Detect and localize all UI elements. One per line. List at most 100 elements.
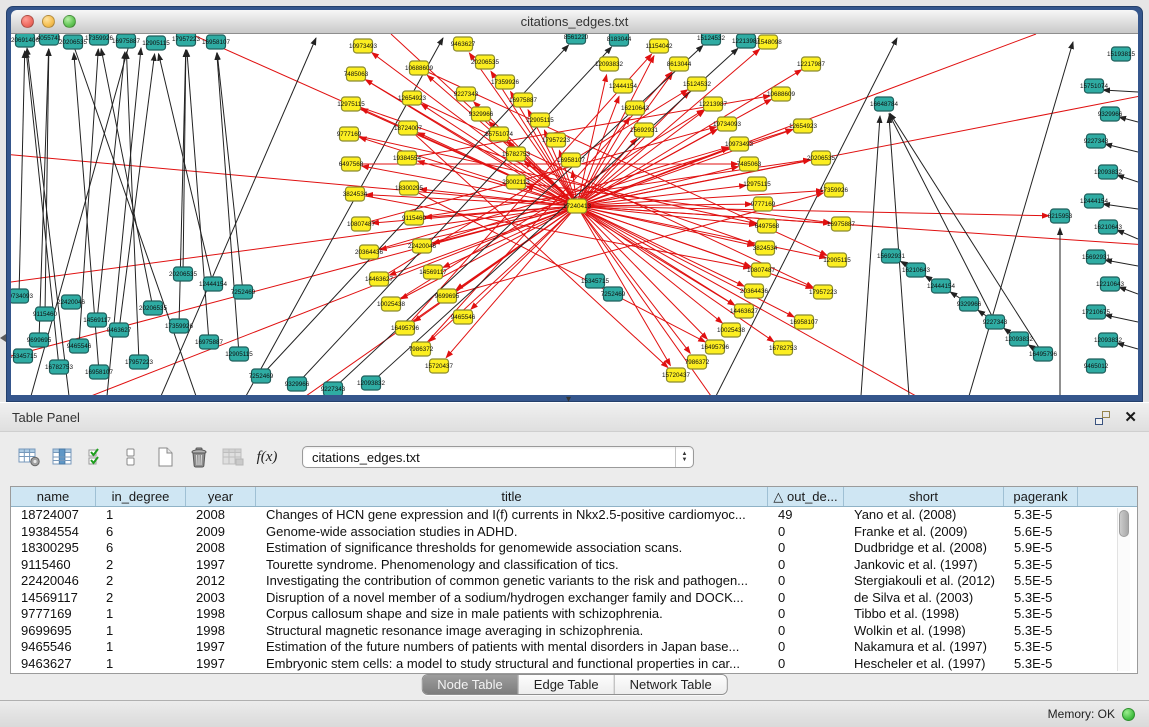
delete-table-button[interactable] xyxy=(220,444,246,470)
graph-node-label: 12654923 xyxy=(398,95,427,102)
table-cell: 2008 xyxy=(186,540,256,557)
column-header-short[interactable]: short xyxy=(844,487,1004,506)
vertical-scrollbar[interactable] xyxy=(1117,508,1130,671)
new-document-icon xyxy=(156,447,174,468)
close-panel-button[interactable]: ✕ xyxy=(1124,411,1137,425)
graph-node-label: 15193815 xyxy=(1107,51,1136,58)
table-row[interactable]: 1830029562008Estimation of significance … xyxy=(11,540,1137,557)
table-cell: Changes of HCN gene expression and I(f) … xyxy=(256,507,768,524)
show-columns-button[interactable] xyxy=(50,444,76,470)
float-panel-button[interactable] xyxy=(1095,411,1110,425)
column-header-pagerank[interactable]: pagerank xyxy=(1004,487,1078,506)
new-column-button[interactable] xyxy=(152,444,178,470)
table-tabs: Node Table Edge Table Network Table xyxy=(421,674,728,695)
network-window-titlebar[interactable]: citations_edges.txt xyxy=(11,10,1138,34)
graph-node-label: 8561220 xyxy=(564,34,589,41)
graph-node-label: 9699695 xyxy=(435,293,460,300)
network-canvas[interactable]: 1724041310973493748506312975115977716964… xyxy=(11,34,1138,395)
tab-edge-table[interactable]: Edge Table xyxy=(519,675,615,694)
graph-node-label: 16782753 xyxy=(502,151,531,158)
graph-node-label: 9115460 xyxy=(402,215,427,222)
graph-node-label: 17957223 xyxy=(542,137,571,144)
graph-node-label: 9329966 xyxy=(1098,111,1123,118)
graph-node-label: 17359926 xyxy=(85,35,114,42)
tab-node-table[interactable]: Node Table xyxy=(422,675,519,694)
table-row[interactable]: 946362711997Embryonic stem cells: a mode… xyxy=(11,656,1137,673)
network-graph[interactable]: 1724041310973493748506312975115977716964… xyxy=(11,34,1138,395)
graph-edge xyxy=(1103,90,1138,92)
table-row[interactable]: 1872400712008Changes of HCN gene express… xyxy=(11,507,1137,524)
tab-network-table[interactable]: Network Table xyxy=(615,675,727,694)
graph-node-label: 9465012 xyxy=(1084,363,1109,370)
table-cell: 0 xyxy=(768,540,844,557)
table-cell: 1998 xyxy=(186,623,256,640)
function-builder-button[interactable]: f(x) xyxy=(254,444,280,470)
table-cell: Hescheler et al. (1997) xyxy=(844,656,1004,673)
table-row[interactable]: 1938455462009Genome-wide association stu… xyxy=(11,524,1137,541)
graph-node-label: 12093832 xyxy=(1094,337,1123,344)
zoom-window-button[interactable] xyxy=(63,15,76,28)
graph-node-label: 9329966 xyxy=(957,301,982,308)
column-header-in_degree[interactable]: in_degree xyxy=(96,487,186,506)
graph-edge xyxy=(187,50,209,342)
graph-edge xyxy=(217,53,239,354)
table-row[interactable]: 911546021997Tourette syndrome. Phenomeno… xyxy=(11,557,1137,574)
graph-node-label: 10807487 xyxy=(747,267,776,274)
graph-node-label: 9777169 xyxy=(337,131,362,138)
table-cell: 5.6E-5 xyxy=(1004,524,1078,541)
graph-node-label: 17957223 xyxy=(809,289,838,296)
table-disabled-icon xyxy=(222,448,245,467)
left-resize-grip[interactable] xyxy=(0,334,6,342)
graph-node-label: 8215953 xyxy=(1048,213,1073,220)
graph-edge xyxy=(1117,175,1138,182)
table-mode-button[interactable] xyxy=(16,444,42,470)
graph-node-label: 20206535 xyxy=(169,271,198,278)
scrollbar-thumb[interactable] xyxy=(1119,510,1129,537)
graph-node-label: 7986372 xyxy=(409,346,434,353)
close-window-button[interactable] xyxy=(21,15,34,28)
table-row[interactable]: 1456911722003Disruption of a novel membe… xyxy=(11,590,1137,607)
graph-node-label: 20691406 xyxy=(11,37,39,44)
clear-selection-button[interactable] xyxy=(118,444,144,470)
table-cell: 9465546 xyxy=(11,639,96,656)
splitter-handle[interactable]: ▾ xyxy=(566,394,571,405)
select-all-button[interactable] xyxy=(84,444,110,470)
rows-icon xyxy=(124,447,138,467)
graph-node-label: 19384554 xyxy=(393,155,422,162)
column-header-out_de[interactable]: △ out_de... xyxy=(768,487,844,506)
dropdown-stepper-icon: ▲ ▼ xyxy=(675,447,693,467)
graph-node-label: 15124532 xyxy=(683,81,712,88)
graph-node-label: 16648784 xyxy=(870,101,899,108)
table-row[interactable]: 946554611997Estimation of the future num… xyxy=(11,639,1137,656)
table-cell: 2009 xyxy=(186,524,256,541)
column-header-title[interactable]: title xyxy=(256,487,768,506)
table-cell: 2 xyxy=(96,573,186,590)
table-row[interactable]: 969969511998Structural magnetic resonanc… xyxy=(11,623,1137,640)
graph-node-label: 15124532 xyxy=(697,35,726,42)
minimize-window-button[interactable] xyxy=(42,15,55,28)
graph-node-label: 9777169 xyxy=(751,201,776,208)
table-toolbar: f(x) citations_edges.txt ▲ ▼ xyxy=(16,442,694,472)
table-row[interactable]: 977716911998Corpus callosum shape and si… xyxy=(11,606,1137,623)
graph-edge xyxy=(412,98,813,287)
table-cell: 6 xyxy=(96,524,186,541)
table-cell: 5.9E-5 xyxy=(1004,540,1078,557)
delete-column-button[interactable] xyxy=(186,444,212,470)
graph-node-label: 7252469 xyxy=(601,291,626,298)
column-header-year[interactable]: year xyxy=(186,487,256,506)
graph-node-label: 15345715 xyxy=(581,278,610,285)
graph-node-label: 12444154 xyxy=(1080,198,1109,205)
column-header-name[interactable]: name xyxy=(11,487,96,506)
table-cell: de Silva et al. (2003) xyxy=(844,590,1004,607)
table-select-dropdown[interactable]: citations_edges.txt ▲ ▼ xyxy=(302,446,694,468)
table-row[interactable]: 2242004622012Investigating the contribut… xyxy=(11,573,1137,590)
table-cell: Nakamura et al. (1997) xyxy=(844,639,1004,656)
table-cell: 2 xyxy=(96,557,186,574)
graph-node-label: 20364436 xyxy=(355,249,384,256)
table-cell: 18300295 xyxy=(11,540,96,557)
graph-node-label: 10688609 xyxy=(767,91,796,98)
graph-node-label: 10688609 xyxy=(405,65,434,72)
table-cell: 2 xyxy=(96,590,186,607)
graph-node-label: 12444154 xyxy=(609,83,638,90)
graph-node-label: 15720437 xyxy=(662,372,691,379)
